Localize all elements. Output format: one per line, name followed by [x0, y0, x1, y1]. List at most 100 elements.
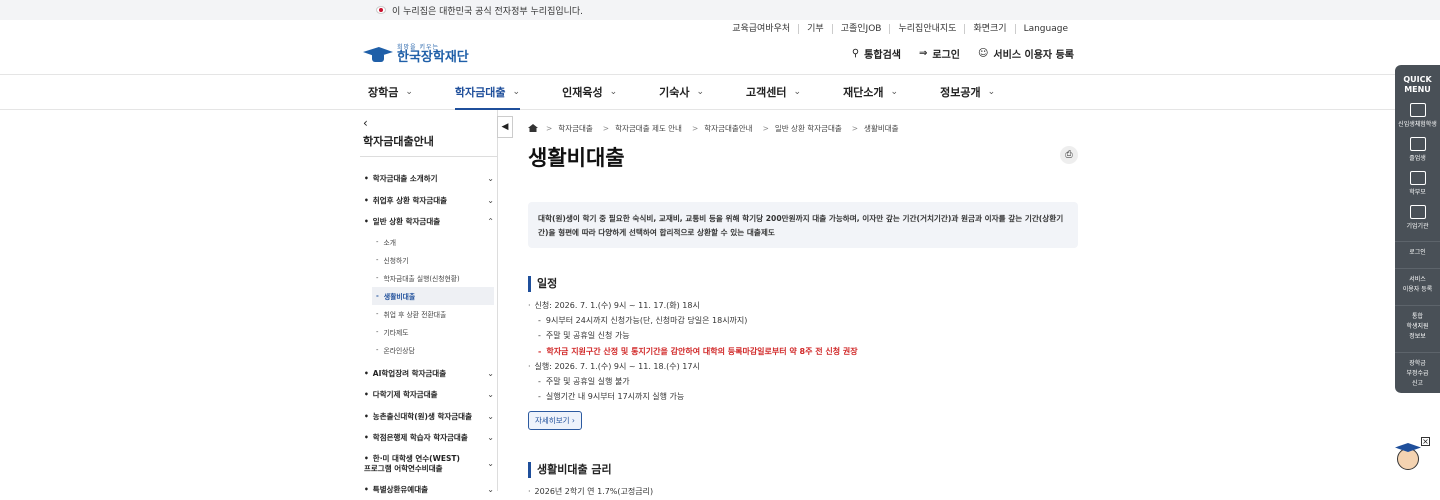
quick-item[interactable]: 신입생체험학생 — [1395, 103, 1440, 129]
quick-report[interactable]: 장학금부정수급신고 — [1395, 352, 1440, 389]
list-item: 신청: 2026. 7. 1.(수) 9시 ~ 11. 17.(화) 18시 — [528, 298, 1078, 313]
breadcrumb-item[interactable]: 일반 상환 학자금대출 — [775, 123, 842, 134]
side-nav: ‹ 학자금대출안내 ◀ 학자금대출 소개하기⌄ 취업후 상환 학자금대출⌄ 일반… — [360, 110, 498, 491]
chevron-right-icon: › — [572, 416, 575, 425]
side-menu-item[interactable]: 특별상환유예대출⌄ — [364, 479, 494, 500]
nav-item[interactable]: 장학금⌄ — [368, 75, 413, 109]
more-details-button[interactable]: 자세히보기 › — [528, 411, 582, 430]
nav-item[interactable]: 정보공개⌄ — [940, 75, 995, 109]
util-link[interactable]: 누리집안내지도 — [889, 24, 964, 34]
login-button[interactable]: ⇒로그인 — [919, 46, 960, 61]
side-nav-title: 학자금대출안내 — [363, 133, 434, 149]
quick-item[interactable]: 학부모 — [1395, 171, 1440, 197]
nav-item[interactable]: 인재육성⌄ — [562, 75, 617, 109]
rate-section: 생활비대출 금리 2026년 2학기 연 1.7%(고정금리) — [528, 462, 1078, 499]
quick-login[interactable]: 로그인 — [1395, 241, 1440, 258]
search-button[interactable]: ⚲통합검색 — [852, 46, 901, 61]
side-menu-item[interactable]: 학자금대출 소개하기⌄ — [364, 168, 494, 190]
breadcrumb-item[interactable]: 학자금대출 제도 안내 — [615, 123, 682, 134]
quick-item[interactable]: 졸업생 — [1395, 137, 1440, 163]
side-submenu-item[interactable]: 소개 — [372, 233, 494, 251]
chevron-down-icon: ⌄ — [487, 369, 494, 378]
site-logo[interactable]: 희망을 키우는한국장학재단 — [363, 42, 469, 65]
side-menu-item[interactable]: AI학업장려 학자금대출⌄ — [364, 363, 494, 385]
side-submenu-item[interactable]: 취업 후 상환 전환대출 — [372, 305, 494, 323]
section-title: 생활비대출 금리 — [528, 462, 1078, 478]
breadcrumb: >학자금대출 >학자금대출 제도 안내 >학자금대출안내 >일반 상환 학자금대… — [528, 118, 1078, 138]
quick-item[interactable]: 기업기관 — [1395, 205, 1440, 231]
chevron-down-icon: ⌄ — [696, 87, 704, 97]
schedule-section: 일정 신청: 2026. 7. 1.(수) 9시 ~ 11. 17.(화) 18… — [528, 276, 1078, 430]
warning-text: 학자금 지원구간 산정 및 통지기간을 감안하여 대학의 등록마감일로부터 약 … — [528, 344, 1078, 359]
chevron-up-icon: ⌃ — [487, 217, 494, 226]
nav-item[interactable]: 기숙사⌄ — [659, 75, 704, 109]
chevron-down-icon: ⌄ — [794, 87, 802, 97]
main-content: >학자금대출 >학자금대출 제도 안내 >학자금대출안내 >일반 상환 학자금대… — [528, 118, 1078, 500]
side-menu-item[interactable]: 농촌출신대학(원)생 학자금대출⌄ — [364, 406, 494, 428]
list-subitem: 주말 및 공휴일 신청 가능 — [528, 328, 1078, 343]
side-menu-item[interactable]: 학점은행제 학습자 학자금대출⌄ — [364, 427, 494, 449]
util-link[interactable]: 기부 — [798, 24, 832, 34]
nav-item[interactable]: 고객센터⌄ — [746, 75, 801, 109]
list-item: 실행: 2026. 7. 1.(수) 9시 ~ 11. 18.(수) 17시 — [528, 359, 1078, 374]
breadcrumb-item: 생활비대출 — [864, 123, 899, 134]
side-submenu-item[interactable]: 온라인상담 — [372, 341, 494, 359]
building-icon — [1410, 205, 1426, 219]
page-title: 생활비대출 — [528, 142, 1078, 172]
chevron-down-icon: ⌄ — [610, 87, 618, 97]
chevron-down-icon: ⌄ — [487, 485, 494, 494]
side-menu-item[interactable]: 취업후 상환 학자금대출⌄ — [364, 190, 494, 212]
register-button[interactable]: ☺서비스 이용자 등록 — [978, 46, 1074, 61]
graduation-cap-icon — [1410, 137, 1426, 151]
side-menu-item[interactable]: 한·미 대학생 연수(WEST)프로그램 어학연수비대출⌄ — [364, 449, 494, 479]
chatbot-mascot[interactable]: × — [1393, 440, 1423, 474]
user-add-icon: ☺ — [978, 48, 988, 59]
intro-box: 대학(원)생이 학기 중 필요한 숙식비, 교재비, 교통비 등을 위해 학기당… — [528, 202, 1078, 248]
chevron-down-icon: ⌄ — [405, 87, 413, 97]
chevron-down-icon: ⌄ — [487, 390, 494, 399]
search-icon: ⚲ — [852, 48, 859, 59]
graduation-cap-icon — [363, 45, 393, 63]
chevron-down-icon: ⌄ — [513, 87, 521, 97]
util-link[interactable]: 고졸인JOB — [832, 24, 890, 34]
breadcrumb-item[interactable]: 학자금대출안내 — [704, 123, 752, 134]
side-submenu-item[interactable]: 신청하기 — [372, 251, 494, 269]
util-link[interactable]: Language — [1015, 24, 1076, 34]
quick-support[interactable]: 통합학생지원정보보 — [1395, 305, 1440, 342]
list-subitem: 실행기간 내 9시부터 17시까지 실행 가능 — [528, 389, 1078, 404]
side-submenu-item[interactable]: 기타제도 — [372, 323, 494, 341]
util-link[interactable]: 화면크기 — [964, 24, 1014, 34]
nav-item[interactable]: 재단소개⌄ — [843, 75, 898, 109]
side-menu-item[interactable]: 다학기제 학자금대출⌄ — [364, 384, 494, 406]
chevron-down-icon: ⌄ — [487, 433, 494, 442]
util-link[interactable]: 교육급여바우처 — [724, 24, 798, 34]
close-icon[interactable]: × — [1421, 437, 1430, 446]
side-submenu-item-active[interactable]: 생활비대출 — [372, 287, 494, 305]
header-actions: ⚲통합검색 ⇒로그인 ☺서비스 이용자 등록 — [852, 46, 1074, 61]
print-icon[interactable]: ⎙ — [1060, 146, 1078, 164]
utility-links: 교육급여바우처 기부 고졸인JOB 누리집안내지도 화면크기 Language — [724, 24, 1076, 34]
nav-item-active[interactable]: 학자금대출⌄ — [455, 75, 520, 110]
chevron-down-icon: ⌄ — [891, 87, 899, 97]
quick-register[interactable]: 서비스이용자 등록 — [1395, 268, 1440, 295]
logo-name: 한국장학재단 — [397, 51, 469, 65]
quick-menu: QUICKMENU 신입생체험학생 졸업생 학부모 기업기관 로그인 서비스이용… — [1395, 65, 1440, 393]
chevron-down-icon: ⌄ — [988, 87, 996, 97]
collapse-sidebar-button[interactable]: ◀ — [497, 116, 513, 138]
main-nav: 장학금⌄ 학자금대출⌄ 인재육성⌄ 기숙사⌄ 고객센터⌄ 재단소개⌄ 정보공개⌄ — [0, 74, 1440, 110]
gov-banner: 이 누리집은 대한민국 공식 전자정부 누리집입니다. — [0, 0, 1440, 20]
breadcrumb-item[interactable]: 학자금대출 — [558, 123, 593, 134]
back-arrow-icon[interactable]: ‹ — [363, 116, 368, 130]
list-subitem: 주말 및 공휴일 실행 불가 — [528, 374, 1078, 389]
chevron-down-icon: ⌄ — [487, 412, 494, 421]
side-menu-item-open[interactable]: 일반 상환 학자금대출⌃ — [364, 211, 494, 233]
book-icon — [1410, 103, 1426, 117]
divider — [360, 156, 497, 157]
chevron-down-icon: ⌄ — [487, 459, 494, 468]
home-icon[interactable] — [528, 124, 538, 132]
korea-flag-icon — [376, 6, 386, 14]
chevron-down-icon: ⌄ — [487, 196, 494, 205]
section-title: 일정 — [528, 276, 1078, 292]
gov-banner-text: 이 누리집은 대한민국 공식 전자정부 누리집입니다. — [392, 4, 583, 17]
side-submenu-item[interactable]: 학자금대출 실행(신청현황) — [372, 269, 494, 287]
